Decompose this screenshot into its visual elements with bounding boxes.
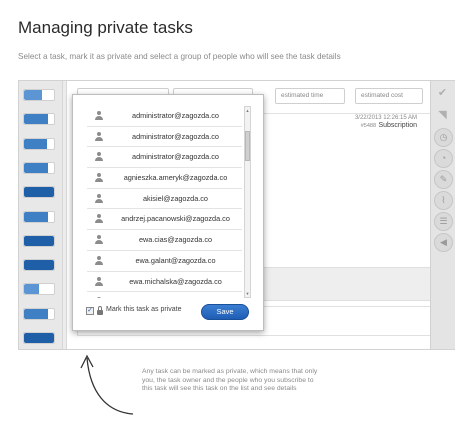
scroll-down-icon[interactable]: ▼ bbox=[245, 291, 250, 296]
task-progress-bar[interactable] bbox=[23, 234, 55, 247]
task-date: 3/22/2013 12:26:15 AM bbox=[354, 115, 417, 121]
subscriber-email: ewa.galant@zagozda.co bbox=[135, 255, 216, 265]
progress-fill bbox=[24, 90, 42, 100]
list-icon[interactable]: ☰ bbox=[434, 212, 453, 231]
task-progress-bar[interactable] bbox=[23, 113, 55, 126]
right-toolbar: ✔ ◥ ◷ ◔ ✎ ⌇ ☰ ◀ bbox=[430, 81, 455, 349]
user-icon bbox=[95, 297, 103, 298]
clock-icon[interactable]: ◷ bbox=[434, 128, 453, 147]
subscriber-email: ewa.pioterczak@zagozda.co bbox=[109, 292, 242, 298]
progress-fill bbox=[24, 308, 48, 319]
lock-icon bbox=[97, 306, 103, 315]
progress-fill bbox=[24, 284, 39, 295]
subscriber-row[interactable]: ewa.galant@zagozda.co bbox=[87, 251, 242, 272]
subscriber-row[interactable]: akisiel@zagozda.co bbox=[87, 189, 242, 210]
task-progress-bar[interactable] bbox=[23, 283, 55, 296]
user-icon bbox=[95, 193, 103, 203]
subscriber-email: ewa.michalska@zagozda.co bbox=[129, 276, 222, 286]
progress-fill bbox=[24, 211, 48, 222]
user-icon bbox=[95, 131, 103, 141]
subscriber-email: ewa.cias@zagozda.co bbox=[138, 235, 213, 245]
subscriber-email: agnieszka.ameryk@zagozda.co bbox=[123, 173, 228, 183]
user-icon bbox=[95, 276, 103, 286]
user-icon bbox=[95, 235, 103, 245]
progress-fill bbox=[24, 260, 54, 271]
pencil-icon[interactable]: ✎ bbox=[434, 170, 453, 189]
check-icon[interactable]: ✔ bbox=[434, 85, 451, 102]
task-progress-bar[interactable] bbox=[23, 89, 55, 101]
pie-chart-icon[interactable]: ◔ bbox=[434, 149, 453, 168]
task-id: #5488 bbox=[360, 123, 376, 129]
list-scrollbar[interactable]: ▲ ▼ bbox=[244, 106, 251, 298]
subscriber-email: akisiel@zagozda.co bbox=[142, 193, 208, 203]
task-progress-bar[interactable] bbox=[23, 186, 55, 199]
subscriber-email: administrator@zagozda.co bbox=[132, 111, 219, 120]
user-icon bbox=[95, 111, 103, 120]
subscriber-row[interactable]: ewa.cias@zagozda.co bbox=[87, 230, 242, 251]
progress-fill bbox=[24, 235, 54, 246]
user-icon bbox=[95, 152, 103, 162]
subscriber-row[interactable]: administrator@zagozda.co bbox=[87, 127, 242, 148]
annotation-arrow-icon bbox=[80, 354, 134, 415]
task-progress-bar[interactable] bbox=[23, 259, 55, 272]
scroll-up-icon[interactable]: ▲ bbox=[245, 108, 250, 113]
page-title: Managing private tasks bbox=[18, 18, 193, 37]
user-icon bbox=[95, 255, 103, 265]
scroll-thumb[interactable] bbox=[245, 131, 250, 161]
private-checkbox-label[interactable]: Mark this task as private bbox=[106, 306, 181, 313]
save-button[interactable]: Save bbox=[201, 304, 249, 320]
send-icon[interactable]: ◀ bbox=[434, 233, 453, 252]
task-progress-bar[interactable] bbox=[23, 332, 55, 344]
page-subtitle: Select a task, mark it as private and se… bbox=[18, 52, 341, 61]
progress-fill bbox=[24, 187, 54, 198]
user-icon bbox=[95, 214, 103, 224]
estimated-cost-input[interactable]: estimated cost bbox=[355, 88, 423, 104]
subscriber-popup: administrator@zagozda.co administrator@za… bbox=[72, 94, 264, 331]
subscriber-row[interactable]: andrzej.pacanowski@zagozda.co bbox=[87, 209, 242, 231]
subscriber-email: administrator@zagozda.co bbox=[132, 152, 219, 162]
task-progress-bar[interactable] bbox=[23, 307, 55, 320]
subscriber-row[interactable]: administrator@zagozda.co bbox=[87, 147, 242, 169]
user-icon bbox=[95, 173, 103, 183]
subscriber-row[interactable]: ewa.michalska@zagozda.co bbox=[87, 272, 242, 293]
progress-fill bbox=[24, 138, 47, 149]
task-progress-bar[interactable] bbox=[23, 137, 55, 150]
subscriber-row[interactable]: agnieszka.ameryk@zagozda.co bbox=[87, 168, 242, 189]
private-checkbox[interactable]: ✓ bbox=[86, 307, 94, 315]
annotation-note: Any task can be marked as private, which… bbox=[142, 368, 318, 393]
subscriber-row[interactable]: administrator@zagozda.co bbox=[87, 106, 242, 127]
tag-icon[interactable]: ◥ bbox=[434, 107, 451, 124]
estimated-time-input[interactable]: estimated time bbox=[275, 88, 345, 104]
paperclip-icon[interactable]: ⌇ bbox=[434, 191, 453, 210]
progress-fill bbox=[24, 333, 54, 343]
task-progress-strip bbox=[19, 81, 63, 349]
task-name[interactable]: Subscription bbox=[378, 122, 417, 129]
subscriber-row[interactable]: ewa.pioterczak@zagozda.co bbox=[87, 292, 242, 298]
subscriber-list: administrator@zagozda.co administrator@za… bbox=[87, 106, 242, 298]
subscriber-email: andrzej.pacanowski@zagozda.co bbox=[121, 214, 230, 224]
task-progress-bar[interactable] bbox=[23, 161, 55, 174]
progress-fill bbox=[24, 162, 48, 173]
subscriber-email: administrator@zagozda.co bbox=[132, 131, 219, 141]
task-progress-bar[interactable] bbox=[23, 210, 55, 223]
progress-fill bbox=[24, 114, 48, 125]
